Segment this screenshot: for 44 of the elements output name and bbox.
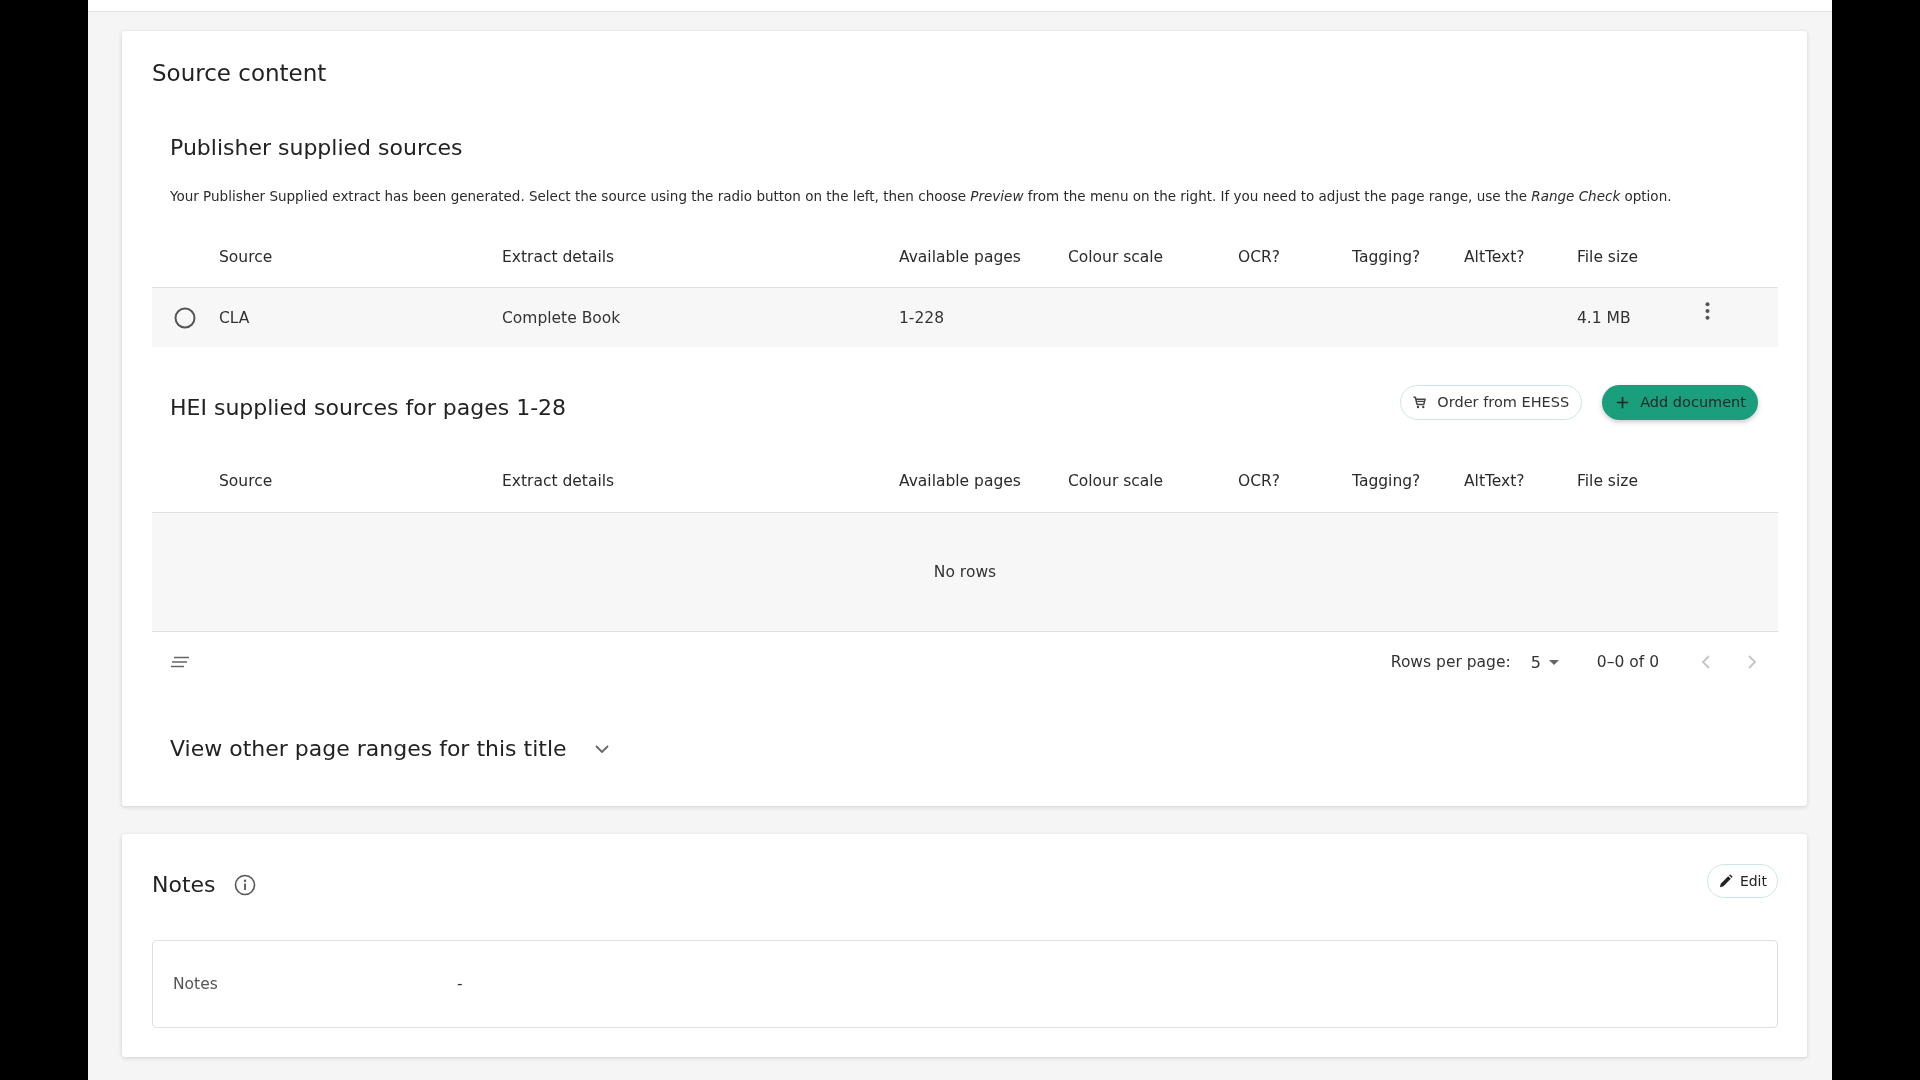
column-header: Colour scale [1068, 471, 1164, 490]
rows-per-page-select[interactable]: 5 [1530, 652, 1559, 672]
field-label: Notes [173, 975, 219, 993]
description-text: Your Publisher Supplied extract has been generated. Select the source using the radio button on the left, then choose Preview from the menu on the right. If you need to adjust the page range, use the Range Check option. [170, 187, 1672, 206]
order-button[interactable]: Order from EHESS [1400, 384, 1583, 420]
cart-icon [1412, 394, 1428, 410]
section-title: Publisher supplied sources [170, 134, 463, 162]
plus-icon [1615, 394, 1631, 410]
column-header: Extract details [502, 471, 615, 490]
pencil-icon [1718, 874, 1733, 888]
page-range-text: 0–0 of 0 [1596, 653, 1659, 671]
column-header: Extract details [502, 247, 615, 266]
table-cell: CLA [219, 308, 250, 327]
radio-button[interactable] [174, 306, 196, 329]
chevron-down-icon[interactable] [594, 745, 609, 753]
field-value: - [457, 975, 463, 993]
rows-per-page-label: Rows per page: [1390, 653, 1511, 671]
table-cell: 1-228 [899, 308, 945, 327]
section-title: HEI supplied sources for pages 1-28 [170, 394, 567, 422]
column-header: Tagging? [1352, 471, 1421, 490]
caret-icon [1548, 659, 1559, 665]
column-header: AltText? [1464, 471, 1525, 490]
add-document-button[interactable]: Add document [1602, 384, 1758, 420]
density-icon[interactable] [170, 656, 190, 668]
column-header: Colour scale [1068, 247, 1164, 266]
column-header: File size [1577, 471, 1638, 490]
column-header: File size [1577, 247, 1638, 266]
card-title: Source content [152, 59, 327, 88]
section-title: View other page ranges for this title [170, 735, 567, 763]
card-title: Notes [152, 871, 216, 899]
table-cell: Complete Book [502, 308, 621, 327]
column-header: OCR? [1238, 471, 1281, 490]
more-options-icon[interactable] [1705, 302, 1710, 320]
column-header: Source [219, 471, 273, 490]
column-header: Tagging? [1352, 247, 1421, 266]
column-header: Available pages [899, 471, 1021, 490]
column-header: Available pages [899, 247, 1021, 266]
empty-message: No rows [933, 563, 997, 581]
table-cell: 4.1 MB [1577, 308, 1631, 327]
info-icon[interactable] [233, 874, 256, 896]
column-header: Source [219, 247, 273, 266]
column-header: OCR? [1238, 247, 1281, 266]
column-header: AltText? [1464, 247, 1525, 266]
edit-button[interactable]: Edit [1706, 864, 1778, 898]
